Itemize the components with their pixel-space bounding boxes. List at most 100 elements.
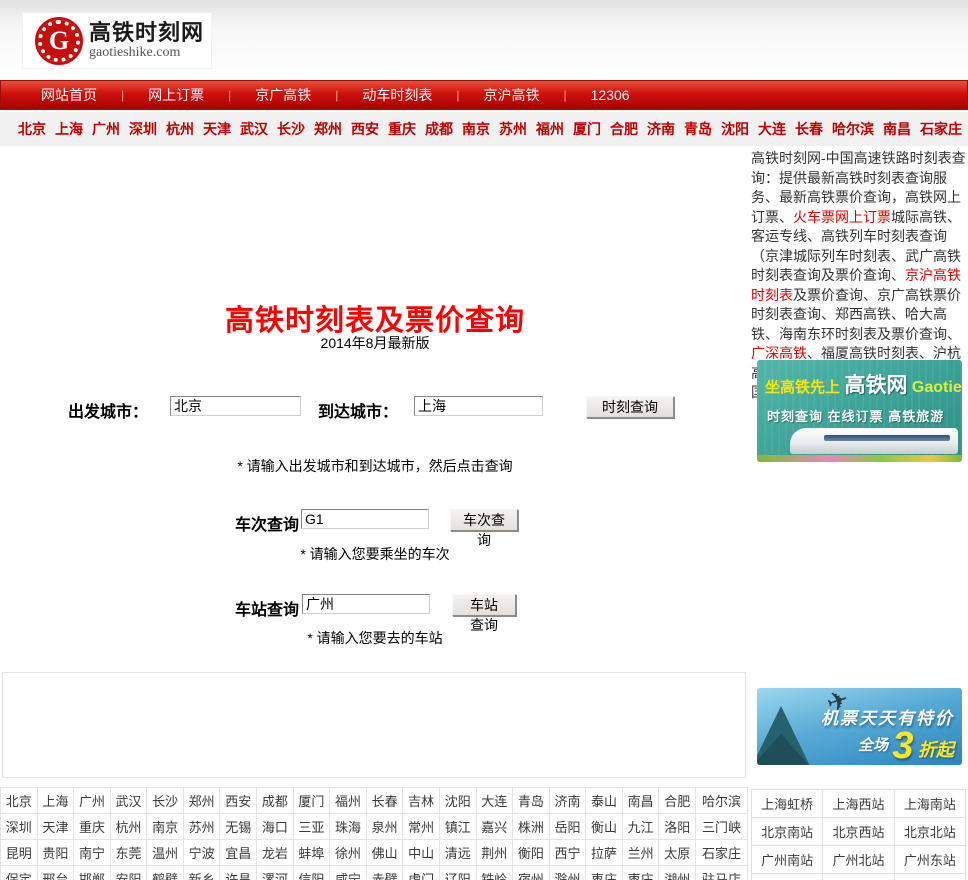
city-cell[interactable]: 三亚 xyxy=(292,813,331,840)
city-cell[interactable]: 辽阳 xyxy=(438,865,477,880)
city-cell[interactable]: 沈阳 xyxy=(438,787,477,814)
city-cell[interactable]: 成都 xyxy=(256,787,294,814)
city-cell[interactable]: 上海 xyxy=(36,787,75,814)
city-cell[interactable]: 泉州 xyxy=(365,813,404,840)
city-link-11[interactable]: 重庆 xyxy=(388,119,416,139)
city-cell[interactable]: 佛山 xyxy=(365,839,404,866)
city-cell[interactable]: 宿州 xyxy=(512,865,550,880)
city-cell[interactable]: 龙岩 xyxy=(256,839,294,866)
city-cell[interactable]: 西宁 xyxy=(548,839,587,866)
city-cell[interactable]: 漯河 xyxy=(256,865,294,880)
from-city-input[interactable] xyxy=(170,396,301,416)
city-cell[interactable]: 长春 xyxy=(365,787,404,814)
city-cell[interactable]: 济南 xyxy=(548,787,587,814)
city-cell[interactable]: 洛阳 xyxy=(658,813,696,840)
city-cell[interactable]: 三门峡 xyxy=(694,813,749,840)
city-cell[interactable]: 哈尔滨 xyxy=(694,787,749,814)
station-query-button[interactable]: 车站查询 xyxy=(452,594,516,633)
nav-item-3[interactable]: 京广高铁 xyxy=(231,85,335,105)
city-cell[interactable]: 保定 xyxy=(0,865,38,880)
city-link-25[interactable]: 石家庄 xyxy=(920,119,962,139)
city-cell[interactable]: 衡山 xyxy=(585,813,623,840)
city-cell[interactable]: 青岛 xyxy=(512,787,550,814)
nav-item-4[interactable]: 动车时刻表 xyxy=(338,85,456,105)
city-cell[interactable]: 北京 xyxy=(0,787,38,814)
city-link-4[interactable]: 深圳 xyxy=(129,119,157,139)
city-cell[interactable]: 嘉兴 xyxy=(475,813,514,840)
city-cell[interactable]: 石家庄 xyxy=(694,839,749,866)
city-cell[interactable]: 吉林 xyxy=(402,787,440,814)
city-cell[interactable]: 九江 xyxy=(621,813,660,840)
station-cell[interactable]: 广州北站 xyxy=(822,845,895,874)
train-no-input[interactable] xyxy=(301,509,429,529)
train-query-button[interactable]: 车次查询 xyxy=(450,509,518,548)
city-cell[interactable]: 赤壁 xyxy=(365,865,404,880)
city-cell[interactable]: 昆明 xyxy=(0,839,38,866)
station-cell[interactable]: 长沙南站 xyxy=(893,873,967,880)
city-cell[interactable]: 南宁 xyxy=(73,839,111,866)
city-cell[interactable]: 徐州 xyxy=(329,839,367,866)
gaotie-ad-banner[interactable]: 坐高铁先上 高铁网 Gaotie.cn 时刻查询 在线订票 高铁旅游 xyxy=(757,360,962,462)
city-cell[interactable]: 泰山 xyxy=(585,787,623,814)
city-link-2[interactable]: 上海 xyxy=(55,119,83,139)
station-cell[interactable]: 广州东站 xyxy=(893,845,967,874)
city-cell[interactable]: 拉萨 xyxy=(585,839,623,866)
city-cell[interactable]: 荆州 xyxy=(475,839,514,866)
city-cell[interactable]: 太原 xyxy=(658,839,696,866)
city-cell[interactable]: 清远 xyxy=(438,839,477,866)
nav-item-1[interactable]: 网站首页 xyxy=(17,85,121,105)
sidebar-intro-link[interactable]: 火车票网上订票 xyxy=(793,209,891,225)
sidebar-intro-link[interactable]: 广深高铁 xyxy=(751,345,807,361)
city-cell[interactable]: 衡阳 xyxy=(512,839,550,866)
city-link-20[interactable]: 沈阳 xyxy=(721,119,749,139)
city-link-24[interactable]: 南昌 xyxy=(883,119,911,139)
city-cell[interactable]: 枣庄 xyxy=(621,865,660,880)
station-cell[interactable]: 广州南站 xyxy=(750,845,824,874)
city-link-13[interactable]: 南京 xyxy=(462,119,490,139)
city-cell[interactable]: 长沙 xyxy=(146,787,184,814)
city-link-19[interactable]: 青岛 xyxy=(684,119,712,139)
station-cell[interactable]: 上海虹桥 xyxy=(750,789,824,818)
city-cell[interactable]: 邢台 xyxy=(36,865,75,880)
nav-item-5[interactable]: 京沪高铁 xyxy=(460,85,564,105)
city-cell[interactable]: 虎门 xyxy=(402,865,440,880)
city-cell[interactable]: 信阳 xyxy=(292,865,331,880)
station-cell[interactable]: 北京北站 xyxy=(893,817,967,846)
city-cell[interactable]: 蚌埠 xyxy=(292,839,331,866)
city-cell[interactable]: 无锡 xyxy=(219,813,258,840)
city-cell[interactable]: 深圳 xyxy=(0,813,38,840)
city-cell[interactable]: 中山 xyxy=(402,839,440,866)
city-cell[interactable]: 邯郸 xyxy=(73,865,111,880)
logo[interactable]: G 高铁时刻网 gaotieshike.com xyxy=(22,12,212,69)
city-link-6[interactable]: 天津 xyxy=(203,119,231,139)
timetable-query-button[interactable]: 时刻查询 xyxy=(586,396,674,418)
city-cell[interactable]: 合肥 xyxy=(658,787,696,814)
city-cell[interactable]: 宜昌 xyxy=(219,839,258,866)
station-cell[interactable]: 上海南站 xyxy=(893,789,967,818)
city-cell[interactable]: 厦门 xyxy=(292,787,331,814)
city-cell[interactable]: 大连 xyxy=(475,787,514,814)
station-cell[interactable]: 北京西站 xyxy=(822,817,895,846)
nav-item-2[interactable]: 网上订票 xyxy=(124,85,228,105)
city-cell[interactable]: 苏州 xyxy=(182,813,221,840)
city-cell[interactable]: 岳阳 xyxy=(548,813,587,840)
city-link-5[interactable]: 杭州 xyxy=(166,119,194,139)
city-cell[interactable]: 驻马店 xyxy=(694,865,749,880)
city-cell[interactable]: 武汉 xyxy=(109,787,148,814)
city-cell[interactable]: 温州 xyxy=(146,839,184,866)
city-cell[interactable]: 天津 xyxy=(36,813,75,840)
city-link-18[interactable]: 济南 xyxy=(647,119,675,139)
city-cell[interactable]: 东莞 xyxy=(109,839,148,866)
city-cell[interactable]: 宁波 xyxy=(182,839,221,866)
station-cell[interactable]: 深圳北站 xyxy=(822,873,895,880)
city-cell[interactable]: 湖州 xyxy=(658,865,696,880)
city-cell[interactable]: 杭州 xyxy=(109,813,148,840)
city-link-15[interactable]: 福州 xyxy=(536,119,564,139)
flight-ad-banner[interactable]: ✈ 机票天天有特价 全场 3 折起 xyxy=(757,688,962,765)
city-link-10[interactable]: 西安 xyxy=(351,119,379,139)
city-cell[interactable]: 南昌 xyxy=(621,787,660,814)
city-cell[interactable]: 西安 xyxy=(219,787,258,814)
city-cell[interactable]: 枣庄 xyxy=(585,865,623,880)
to-city-input[interactable] xyxy=(414,396,543,416)
city-cell[interactable]: 许昌 xyxy=(219,865,258,880)
